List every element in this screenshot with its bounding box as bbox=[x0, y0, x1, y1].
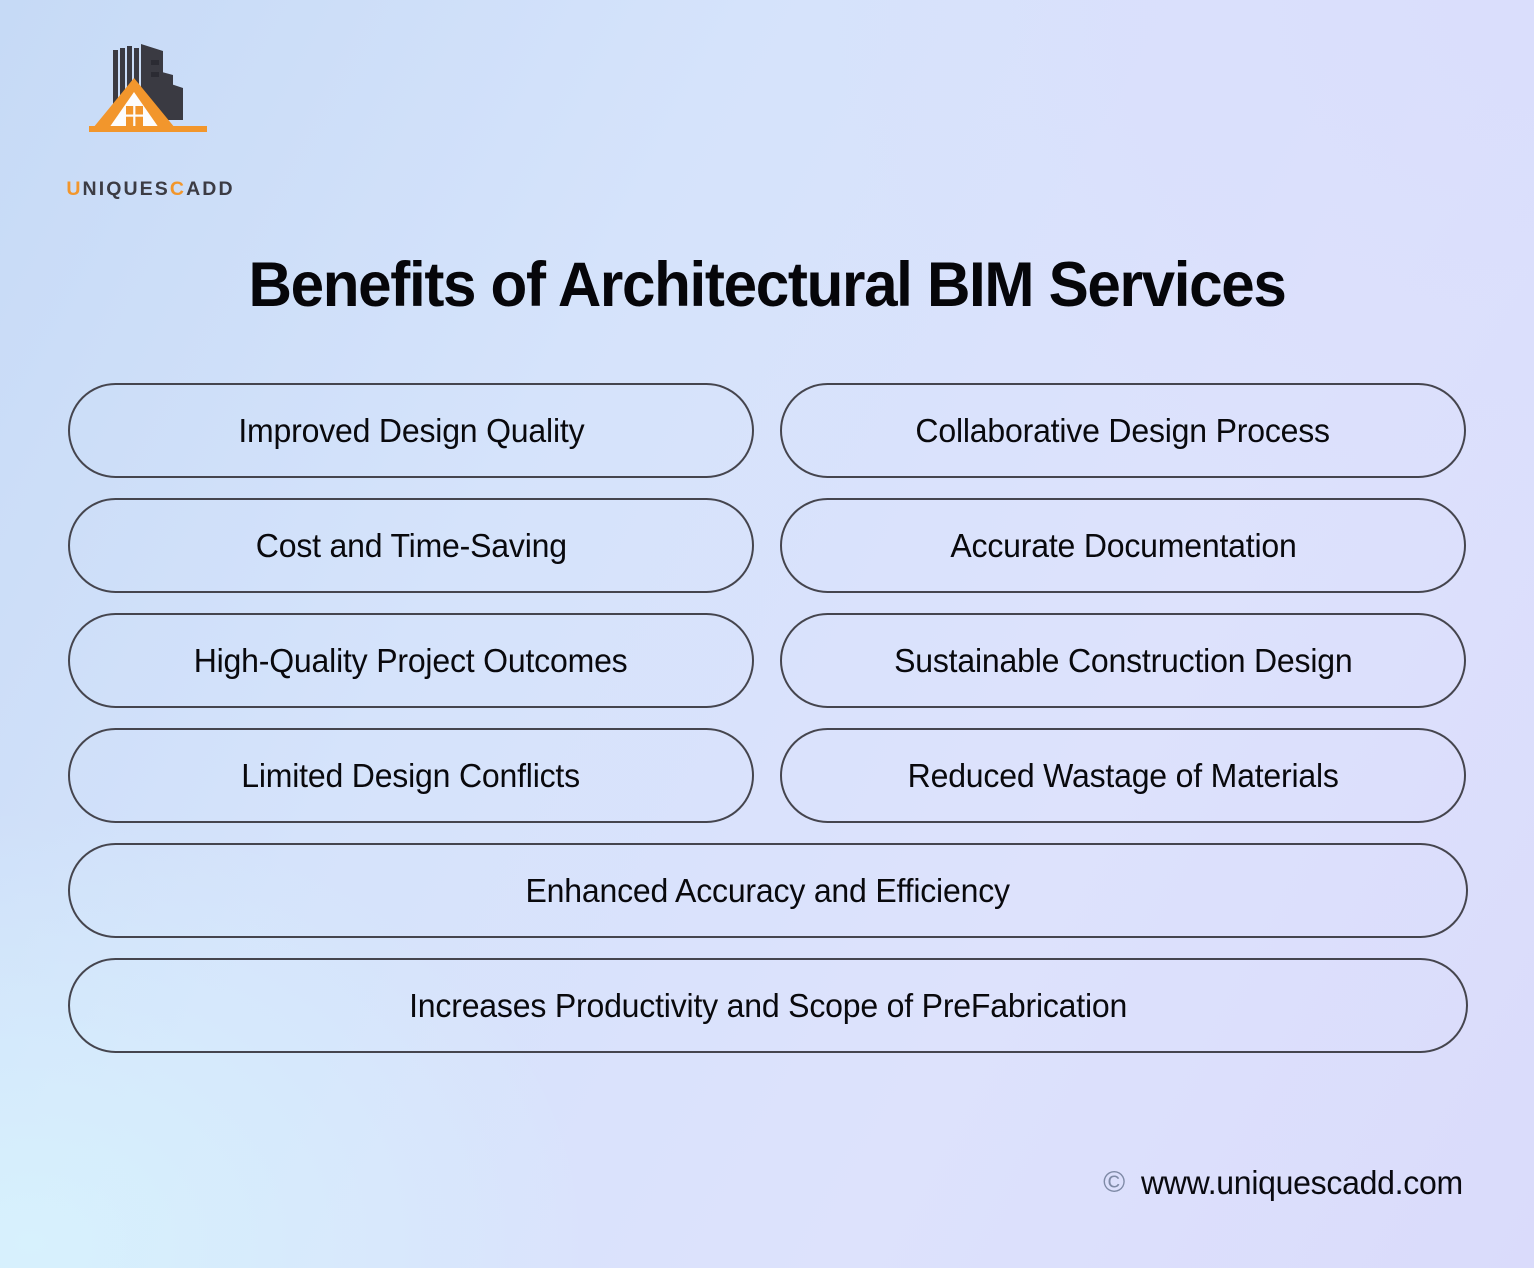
benefit-label: Improved Design Quality bbox=[237, 412, 585, 449]
benefit-label: Increases Productivity and Scope of PreF… bbox=[408, 987, 1128, 1024]
benefit-label: Enhanced Accuracy and Efficiency bbox=[525, 872, 1011, 909]
benefits-list: Improved Design Quality Collaborative De… bbox=[68, 383, 1468, 1053]
benefit-label: Collaborative Design Process bbox=[915, 412, 1331, 449]
wordmark-prefix: U bbox=[66, 178, 83, 200]
benefit-pill[interactable]: Reduced Wastage of Materials bbox=[780, 728, 1466, 823]
benefit-pill[interactable]: Sustainable Construction Design bbox=[780, 613, 1466, 708]
brand-logo: UNIQUESCADD bbox=[63, 42, 238, 199]
benefit-pill[interactable]: High-Quality Project Outcomes bbox=[68, 613, 754, 708]
benefit-pill[interactable]: Improved Design Quality bbox=[68, 383, 754, 478]
website-url[interactable]: www.uniquescadd.com bbox=[1141, 1166, 1463, 1199]
benefit-label: Limited Design Conflicts bbox=[241, 757, 581, 794]
benefit-pill[interactable]: Accurate Documentation bbox=[780, 498, 1466, 593]
wordmark-suffix: ADD bbox=[186, 178, 235, 200]
benefit-label: High-Quality Project Outcomes bbox=[194, 642, 628, 679]
benefit-pill[interactable]: Enhanced Accuracy and Efficiency bbox=[68, 843, 1468, 938]
benefit-pill[interactable]: Cost and Time-Saving bbox=[68, 498, 754, 593]
benefit-label: Reduced Wastage of Materials bbox=[907, 757, 1339, 794]
benefit-label: Cost and Time-Saving bbox=[255, 527, 567, 564]
page-title: Benefits of Architectural BIM Services bbox=[248, 250, 1287, 320]
copyright-icon: © bbox=[1103, 1165, 1126, 1199]
wordmark-mid: NIQUES bbox=[82, 178, 170, 200]
benefit-pill[interactable]: Increases Productivity and Scope of PreF… bbox=[68, 958, 1468, 1053]
brand-wordmark: UNIQUESCADD bbox=[63, 178, 238, 200]
benefit-pill[interactable]: Limited Design Conflicts bbox=[68, 728, 754, 823]
benefit-label: Sustainable Construction Design bbox=[893, 642, 1353, 679]
benefit-label: Accurate Documentation bbox=[949, 527, 1297, 564]
footer-website: © www.uniquescadd.com bbox=[1103, 1166, 1468, 1199]
wordmark-accent: C bbox=[169, 178, 187, 200]
benefit-pill[interactable]: Collaborative Design Process bbox=[780, 383, 1466, 478]
building-house-logo-icon bbox=[85, 42, 211, 140]
